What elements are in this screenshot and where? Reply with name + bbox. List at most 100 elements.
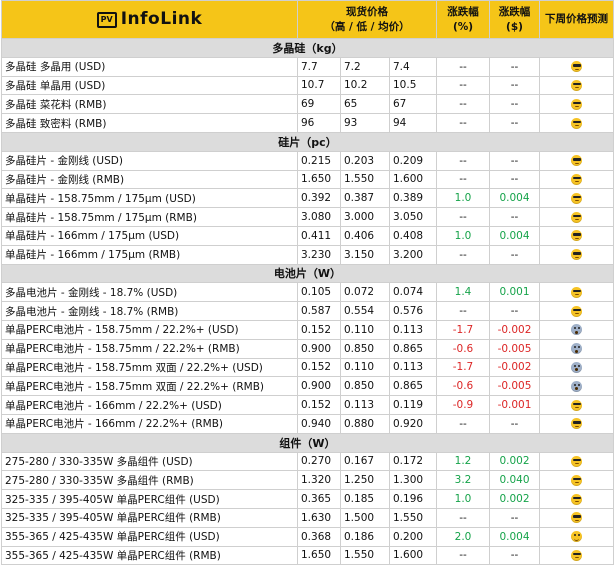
price-high: 0.940 [297, 413, 341, 434]
forecast-cell [539, 301, 614, 321]
price-table: PV InfoLink 现货价格 （高 / 低 / 均价） 涨跌幅 (%) 涨跌… [1, 0, 614, 566]
table-row: 单晶硅片 - 166mm / 175μm (RMB) 3.230 3.150 3.20… [1, 244, 614, 265]
change-pct: -0.6 [436, 338, 490, 359]
price-avg: 1.550 [389, 507, 437, 528]
spot-price-header: 现货价格 （高 / 低 / 均价） [297, 0, 437, 39]
change-pct: -- [436, 56, 490, 77]
price-low: 0.185 [340, 489, 390, 509]
table-row: 多晶硅片 - 金刚线 (RMB) 1.650 1.550 1.600 -- -- [1, 169, 614, 190]
change-pct: 1.4 [436, 282, 490, 303]
table-row: 355-365 / 425-435W 单晶PERC组件 (RMB) 1.650 1.… [1, 545, 614, 566]
logo: PV InfoLink [1, 0, 298, 39]
forecast-cell [539, 169, 614, 190]
change-pct: 1.0 [436, 225, 490, 246]
product-name: 多晶硅 单晶用 (USD) [1, 75, 298, 96]
price-low: 65 [340, 94, 390, 115]
product-name: 325-335 / 395-405W 单晶PERC组件 (RMB) [1, 507, 298, 528]
price-low: 0.113 [340, 395, 390, 415]
product-name: 单晶PERC电池片 - 158.75mm 双面 / 22.2%+ (RMB) [1, 376, 298, 397]
sunglasses-face-icon [571, 98, 582, 110]
forecast-cell [539, 319, 614, 340]
change-pct: -- [436, 207, 490, 227]
price-avg: 0.865 [389, 338, 437, 359]
change-usd: 0.004 [489, 526, 540, 547]
forecast-cell [539, 545, 614, 566]
product-name: 275-280 / 330-335W 多晶组件 (USD) [1, 451, 298, 472]
price-high: 0.270 [297, 451, 341, 472]
price-high: 1.320 [297, 470, 341, 491]
shocked-face-icon [571, 343, 582, 355]
sunglasses-face-icon [571, 549, 582, 561]
price-high: 0.587 [297, 301, 341, 321]
sunglasses-face-icon [571, 117, 582, 129]
price-low: 0.406 [340, 225, 390, 246]
sunglasses-face-icon [571, 249, 582, 261]
table-row: 325-335 / 395-405W 单晶PERC组件 (USD) 0.365 0.… [1, 489, 614, 509]
table-row: 单晶PERC电池片 - 166mm / 22.2%+ (USD) 0.152 0.1… [1, 395, 614, 415]
sunglasses-face-icon [571, 192, 582, 204]
pv-logo-icon: PV [96, 11, 117, 28]
change-usd: -0.001 [489, 395, 540, 415]
table-row: 325-335 / 395-405W 单晶PERC组件 (RMB) 1.630 1.… [1, 507, 614, 528]
forecast-cell [539, 282, 614, 303]
change-pct-header: 涨跌幅 (%) [436, 0, 490, 39]
product-name: 275-280 / 330-335W 多晶组件 (RMB) [1, 470, 298, 491]
price-avg: 0.119 [389, 395, 437, 415]
change-pct: -- [436, 94, 490, 115]
price-low: 10.2 [340, 75, 390, 96]
table-row: 单晶硅片 - 158.75mm / 175μm (USD) 0.392 0.387 0… [1, 188, 614, 209]
forecast-cell [539, 225, 614, 246]
sunglasses-face-icon [571, 61, 582, 73]
price-low: 1.500 [340, 507, 390, 528]
price-high: 96 [297, 113, 341, 133]
table-row: 单晶PERC电池片 - 158.75mm 双面 / 22.2%+ (RMB) 0.… [1, 376, 614, 397]
change-usd: -- [489, 413, 540, 434]
price-avg: 10.5 [389, 75, 437, 96]
product-name: 325-335 / 395-405W 单晶PERC组件 (USD) [1, 489, 298, 509]
price-low: 0.850 [340, 376, 390, 397]
change-usd: -- [489, 150, 540, 171]
forecast-cell [539, 507, 614, 528]
logo-text: InfoLink [120, 9, 203, 29]
price-avg: 0.113 [389, 357, 437, 378]
price-low: 0.186 [340, 526, 390, 547]
price-low: 1.550 [340, 169, 390, 190]
product-name: 单晶PERC电池片 - 166mm / 22.2%+ (USD) [1, 395, 298, 415]
change-usd: -0.005 [489, 338, 540, 359]
price-high: 1.650 [297, 169, 341, 190]
price-low: 0.167 [340, 451, 390, 472]
product-name: 单晶PERC电池片 - 158.75mm / 22.2%+ (RMB) [1, 338, 298, 359]
product-name: 355-365 / 425-435W 单晶PERC组件 (RMB) [1, 545, 298, 566]
price-high: 0.215 [297, 150, 341, 171]
change-usd: 0.001 [489, 282, 540, 303]
change-pct: -- [436, 301, 490, 321]
forecast-cell [539, 244, 614, 265]
price-low: 0.203 [340, 150, 390, 171]
price-high: 1.650 [297, 545, 341, 566]
table-row: 单晶PERC电池片 - 158.75mm / 22.2%+ (RMB) 0.900… [1, 338, 614, 359]
change-usd-header: 涨跌幅 ($) [489, 0, 540, 39]
change-usd: -0.002 [489, 357, 540, 378]
product-name: 单晶PERC电池片 - 166mm / 22.2%+ (RMB) [1, 413, 298, 434]
forecast-cell [539, 376, 614, 397]
price-high: 0.152 [297, 395, 341, 415]
change-pct: -0.6 [436, 376, 490, 397]
section-title: 电池片（W） [1, 263, 614, 284]
sunglasses-face-icon [571, 155, 582, 167]
sunglasses-face-icon [571, 399, 582, 411]
change-usd: -- [489, 507, 540, 528]
table-row: 355-365 / 425-435W 单晶PERC组件 (USD) 0.368 0.… [1, 526, 614, 547]
smiling-face-icon [571, 531, 582, 543]
sunglasses-face-icon [571, 211, 582, 223]
forecast-cell [539, 207, 614, 227]
change-pct: -1.7 [436, 357, 490, 378]
price-low: 0.110 [340, 319, 390, 340]
change-pct: -- [436, 150, 490, 171]
forecast-cell [539, 470, 614, 491]
table-row: 275-280 / 330-335W 多晶组件 (USD) 0.270 0.167 0… [1, 451, 614, 472]
price-avg: 0.920 [389, 413, 437, 434]
product-name: 单晶硅片 - 166mm / 175μm (USD) [1, 225, 298, 246]
price-high: 0.152 [297, 357, 341, 378]
table-row: 多晶硅 多晶用 (USD) 7.7 7.2 7.4 -- -- [1, 56, 614, 77]
table-row: 单晶PERC电池片 - 158.75mm 双面 / 22.2%+ (USD) 0.… [1, 357, 614, 378]
